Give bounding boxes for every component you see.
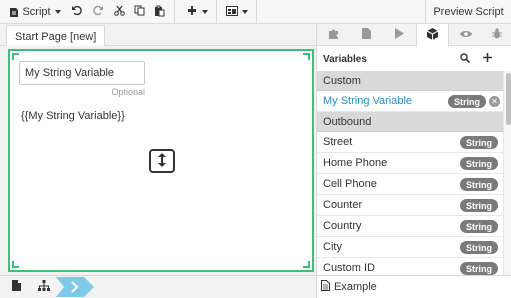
variable-name: Custom ID bbox=[323, 262, 375, 274]
list-item[interactable]: My String Variable String ✕ bbox=[317, 91, 503, 112]
cube-icon bbox=[426, 28, 439, 43]
tab-variables[interactable] bbox=[416, 24, 449, 47]
page-tab-bar: Start Page [new] bbox=[0, 24, 316, 47]
variable-list-scrollbar[interactable] bbox=[503, 71, 511, 275]
right-panel: Variables Custom My String Variable Stri… bbox=[316, 24, 511, 275]
add-variable-button[interactable] bbox=[477, 47, 497, 71]
variable-name: My String Variable bbox=[323, 95, 413, 107]
paste-icon bbox=[154, 5, 165, 20]
toolbar-divider bbox=[256, 0, 257, 24]
tab-widgets[interactable] bbox=[317, 24, 350, 46]
copy-button[interactable] bbox=[131, 0, 147, 24]
example-tab[interactable]: Example bbox=[316, 276, 511, 298]
chevron-down-icon bbox=[54, 10, 61, 14]
flow-view-button[interactable] bbox=[56, 277, 94, 297]
tab-debug[interactable] bbox=[482, 24, 511, 46]
plus-icon bbox=[482, 53, 492, 65]
type-badge: String bbox=[460, 262, 498, 275]
variable-name: Street bbox=[323, 136, 353, 148]
widget-icon bbox=[186, 5, 198, 19]
variable-name: Cell Phone bbox=[323, 178, 377, 190]
layout-icon bbox=[226, 5, 238, 19]
optional-hint: Optional bbox=[111, 87, 145, 97]
search-icon bbox=[460, 52, 471, 66]
script-icon bbox=[9, 7, 19, 18]
variable-token-text[interactable]: {{My String Variable}} bbox=[21, 110, 125, 122]
type-badge: String bbox=[460, 199, 498, 212]
chevron-down-icon bbox=[242, 10, 248, 14]
list-item[interactable]: Street String bbox=[317, 132, 503, 153]
selection-corner bbox=[303, 261, 310, 268]
document-icon bbox=[321, 280, 330, 294]
page-canvas[interactable]: Optional {{My String Variable}} bbox=[8, 49, 314, 272]
variable-name: City bbox=[323, 241, 342, 253]
tab-start-page[interactable]: Start Page [new] bbox=[6, 25, 106, 47]
undo-button[interactable] bbox=[68, 0, 84, 24]
cut-button[interactable] bbox=[111, 0, 127, 24]
variable-name: Counter bbox=[323, 199, 363, 211]
canvas-area: Optional {{My String Variable}} bbox=[0, 46, 316, 275]
copy-icon bbox=[134, 5, 145, 19]
redo-icon bbox=[92, 5, 104, 19]
list-item[interactable]: Home Phone String bbox=[317, 153, 503, 174]
bottom-bar: Example bbox=[0, 275, 511, 298]
tab-pages[interactable] bbox=[350, 24, 383, 46]
variable-list: Custom My String Variable String ✕ Outbo… bbox=[317, 71, 503, 275]
type-badge: String bbox=[448, 95, 486, 108]
cut-icon bbox=[113, 5, 125, 19]
sitemap-view-button[interactable] bbox=[32, 276, 56, 298]
section-header-outbound[interactable]: Outbound bbox=[317, 112, 503, 132]
sitemap-icon bbox=[38, 280, 50, 294]
tab-preview[interactable] bbox=[449, 24, 482, 46]
scrollbar-thumb[interactable] bbox=[506, 73, 511, 125]
widget-menu-button[interactable] bbox=[182, 0, 212, 24]
preview-script-button[interactable]: Preview Script bbox=[425, 0, 511, 24]
bug-icon bbox=[492, 28, 502, 42]
layout-menu-button[interactable] bbox=[222, 0, 252, 24]
list-item[interactable]: City String bbox=[317, 237, 503, 258]
type-badge: String bbox=[460, 241, 498, 254]
type-badge: String bbox=[460, 178, 498, 191]
type-badge: String bbox=[460, 136, 498, 149]
panel-tabs bbox=[317, 24, 511, 47]
chevron-down-icon bbox=[202, 10, 208, 14]
toolbar-divider bbox=[174, 0, 175, 24]
string-variable-input[interactable] bbox=[19, 61, 145, 85]
page-icon bbox=[11, 280, 21, 294]
toolbar-divider bbox=[216, 0, 217, 24]
selection-corner bbox=[303, 53, 310, 60]
paste-button[interactable] bbox=[151, 0, 167, 24]
list-item[interactable]: Counter String bbox=[317, 195, 503, 216]
selection-corner bbox=[12, 261, 19, 268]
page-view-button[interactable] bbox=[4, 276, 28, 298]
script-menu-button[interactable]: Script bbox=[6, 0, 64, 24]
type-badge: String bbox=[460, 157, 498, 170]
tab-actions[interactable] bbox=[383, 24, 416, 46]
list-item[interactable]: Custom ID String bbox=[317, 258, 503, 275]
puzzle-icon bbox=[328, 28, 339, 42]
list-item[interactable]: Country String bbox=[317, 216, 503, 237]
vertical-resize-handle[interactable] bbox=[149, 149, 175, 173]
document-icon bbox=[362, 28, 371, 42]
example-label: Example bbox=[334, 281, 377, 293]
panel-title: Variables bbox=[323, 53, 367, 65]
selection-corner bbox=[12, 53, 19, 60]
eye-icon bbox=[459, 29, 472, 41]
resize-vertical-icon bbox=[158, 152, 166, 170]
undo-icon bbox=[71, 5, 82, 19]
variable-name: Home Phone bbox=[323, 157, 388, 169]
variable-name: Country bbox=[323, 220, 362, 232]
script-menu-label: Script bbox=[22, 6, 51, 18]
toolbar: Script Preview Script bbox=[0, 0, 511, 24]
list-item[interactable]: Cell Phone String bbox=[317, 174, 503, 195]
play-icon bbox=[395, 28, 404, 42]
variables-header: Variables bbox=[317, 47, 503, 71]
type-badge: String bbox=[460, 220, 498, 233]
remove-variable-icon[interactable]: ✕ bbox=[489, 96, 500, 107]
section-header-custom[interactable]: Custom bbox=[317, 71, 503, 91]
search-button[interactable] bbox=[455, 47, 475, 71]
redo-button[interactable] bbox=[90, 0, 106, 24]
